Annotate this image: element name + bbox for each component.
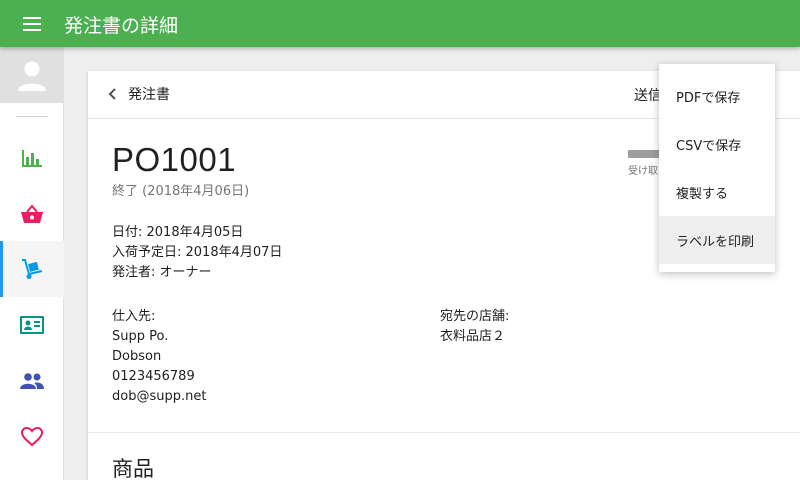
expected-date: 入荷予定日: 2018年4月07日 bbox=[112, 245, 283, 260]
ordered-by: 発注者: オーナー bbox=[112, 265, 212, 280]
user-avatar-icon bbox=[18, 61, 46, 91]
destination-heading: 宛先の店舗: bbox=[440, 309, 510, 324]
sidebar-item-reports[interactable] bbox=[0, 130, 64, 186]
order-date: 日付: 2018年4月05日 bbox=[112, 225, 244, 240]
supplier-phone: 0123456789 bbox=[112, 369, 195, 384]
menu-button[interactable] bbox=[0, 0, 64, 47]
order-info: 日付: 2018年4月05日 入荷予定日: 2018年4月07日 発注者: オー… bbox=[112, 223, 282, 283]
menu-item-save-pdf[interactable]: PDFで保存 bbox=[659, 72, 775, 120]
sidebar-item-contacts[interactable] bbox=[0, 297, 64, 353]
back-link[interactable]: 発注書 bbox=[108, 84, 170, 104]
sidebar-divider bbox=[15, 116, 48, 117]
sidebar bbox=[0, 47, 64, 480]
menu-item-print-labels[interactable]: ラベルを印刷 bbox=[659, 216, 775, 264]
bar-chart-icon bbox=[22, 150, 42, 167]
people-icon bbox=[20, 373, 44, 389]
heart-icon bbox=[21, 427, 43, 447]
sidebar-item-purchases[interactable] bbox=[0, 241, 64, 297]
supplier-info: 仕入先: Supp Po. Dobson 0123456789 dob@supp… bbox=[112, 307, 206, 407]
destination-store: 衣料品店２ bbox=[440, 329, 506, 344]
po-number: PO1001 bbox=[112, 141, 237, 178]
section-divider bbox=[88, 432, 800, 433]
supplier-email: dob@supp.net bbox=[112, 389, 207, 404]
chevron-left-icon bbox=[108, 88, 116, 100]
po-status: 終了 (2018年4月06日) bbox=[112, 184, 250, 199]
app-bar: 発注書の詳細 bbox=[0, 0, 800, 47]
sidebar-item-sales[interactable] bbox=[0, 186, 64, 242]
receive-progress-label: 受け取 bbox=[628, 166, 658, 177]
hamburger-menu-icon bbox=[23, 16, 41, 31]
sidebar-item-favorites[interactable] bbox=[0, 409, 64, 465]
send-button[interactable]: 送信 bbox=[634, 85, 662, 105]
menu-item-save-csv[interactable]: CSVで保存 bbox=[659, 120, 775, 168]
back-link-label: 発注書 bbox=[128, 87, 170, 103]
supplier-contact: Dobson bbox=[112, 349, 162, 364]
avatar[interactable] bbox=[0, 47, 64, 103]
contact-card-icon bbox=[20, 316, 44, 334]
destination-info: 宛先の店舗: 衣料品店２ bbox=[440, 307, 509, 347]
products-section-title: 商品 bbox=[112, 457, 154, 480]
more-actions-menu: PDFで保存 CSVで保存 複製する ラベルを印刷 bbox=[659, 64, 775, 272]
supplier-name: Supp Po. bbox=[112, 329, 169, 344]
page-title: 発注書の詳細 bbox=[64, 15, 179, 37]
supplier-heading: 仕入先: bbox=[112, 309, 156, 324]
sidebar-item-customers[interactable] bbox=[0, 353, 64, 409]
basket-icon bbox=[21, 204, 43, 223]
hand-truck-icon bbox=[22, 259, 43, 279]
menu-item-duplicate[interactable]: 複製する bbox=[659, 168, 775, 216]
